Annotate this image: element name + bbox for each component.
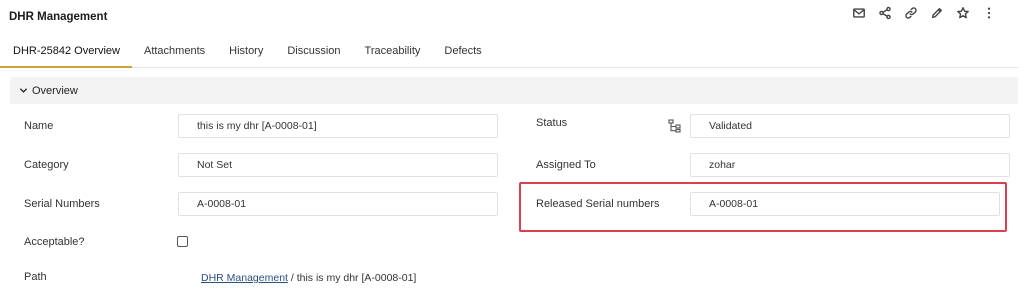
edit-icon[interactable] <box>924 4 950 22</box>
category-label: Category <box>24 159 69 171</box>
path-link-dhr-management[interactable]: DHR Management <box>201 272 288 284</box>
toolbar <box>846 4 1002 22</box>
status-field[interactable]: Validated <box>690 114 1010 138</box>
chevron-down-icon <box>19 86 28 95</box>
app-title: DHR Management <box>9 11 108 23</box>
tab-bar: DHR-25842 Overview Attachments History D… <box>0 36 1018 68</box>
assigned-to-label: Assigned To <box>536 159 596 171</box>
share-icon[interactable] <box>872 4 898 22</box>
more-icon[interactable] <box>976 4 1002 22</box>
path-label: Path <box>24 271 47 283</box>
acceptable-label: Acceptable? <box>24 236 85 248</box>
name-label: Name <box>24 120 54 132</box>
tab-attachments[interactable]: Attachments <box>132 36 217 68</box>
overview-section-header[interactable]: Overview <box>10 77 1018 104</box>
acceptable-checkbox[interactable] <box>177 236 188 247</box>
path-breadcrumb: DHR Management / this is my dhr [A-0008-… <box>201 272 416 284</box>
tab-traceability[interactable]: Traceability <box>353 36 433 68</box>
tab-defects[interactable]: Defects <box>432 36 493 68</box>
star-icon[interactable] <box>950 4 976 22</box>
highlight-box <box>519 182 1007 232</box>
workflow-icon[interactable] <box>668 119 682 133</box>
category-field[interactable]: Not Set <box>178 153 498 177</box>
tab-history[interactable]: History <box>217 36 275 68</box>
serial-numbers-label: Serial Numbers <box>24 198 100 210</box>
section-title: Overview <box>32 84 78 97</box>
tab-overview[interactable]: DHR-25842 Overview <box>0 36 132 68</box>
path-rest: / this is my dhr [A-0008-01] <box>287 272 417 284</box>
serial-numbers-field[interactable]: A-0008-01 <box>178 192 498 216</box>
name-field[interactable]: this is my dhr [A-0008-01] <box>178 114 498 138</box>
assigned-to-field[interactable]: zohar <box>690 153 1010 177</box>
tab-discussion[interactable]: Discussion <box>275 36 352 68</box>
link-icon[interactable] <box>898 4 924 22</box>
status-label: Status <box>536 117 568 129</box>
mail-icon[interactable] <box>846 4 872 22</box>
